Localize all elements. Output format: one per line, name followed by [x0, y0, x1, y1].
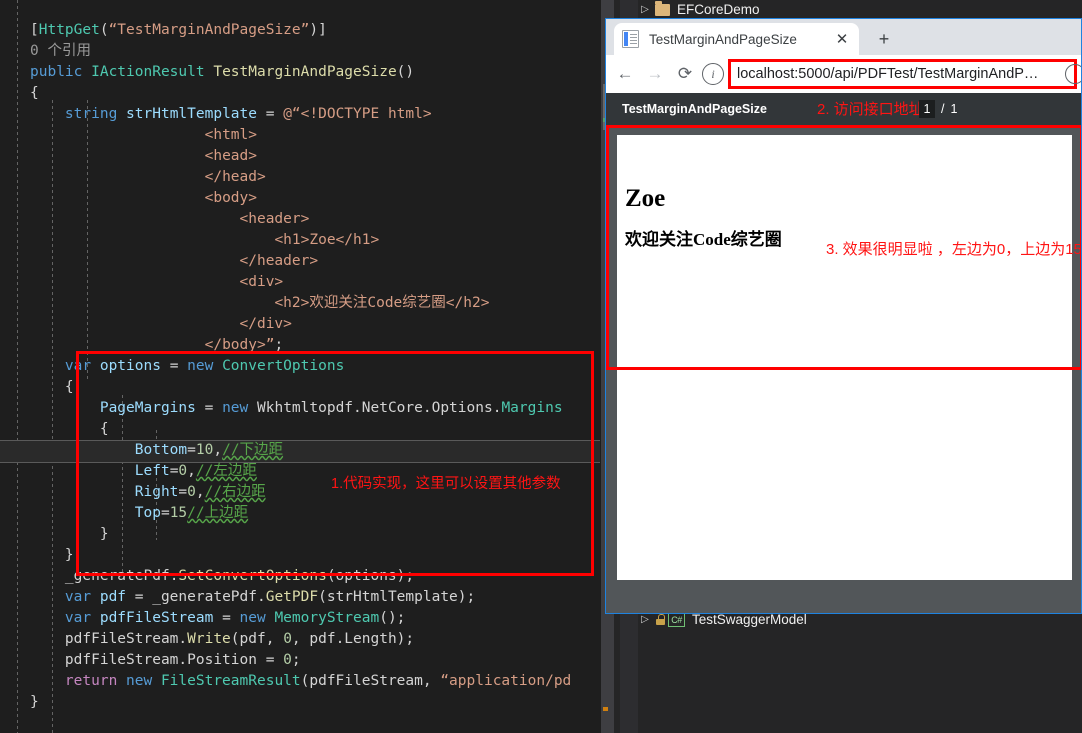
- code-line: return new FileStreamResult(pdfFileStrea…: [64, 673, 572, 689]
- browser-tabstrip: TestMarginAndPageSize ✕ +: [606, 19, 1081, 55]
- document-favicon-icon: [622, 30, 639, 48]
- pdf-page-indicator: 1 / 1: [919, 100, 957, 118]
- browser-tab[interactable]: TestMarginAndPageSize ✕: [614, 23, 859, 55]
- code-line: {: [30, 85, 39, 101]
- code-line: <head>: [204, 148, 257, 164]
- new-tab-button[interactable]: +: [872, 27, 896, 51]
- code-line: var pdf = _generatePdf.GetPDF(strHtmlTem…: [64, 589, 476, 605]
- code-line: </div>: [239, 316, 292, 332]
- code-line: var pdfFileStream = new MemoryStream();: [64, 610, 406, 626]
- tree-item-label: TestSwaggerModel: [692, 612, 807, 627]
- code-line: 0 个引用: [30, 43, 91, 59]
- tree-item-efcoredemo[interactable]: ▷ EFCoreDemo: [638, 0, 760, 17]
- code-line: <body>: [204, 190, 257, 206]
- extension-circle-icon[interactable]: [1065, 64, 1081, 84]
- back-button[interactable]: ←: [610, 59, 640, 89]
- code-annotation-box: [76, 351, 594, 576]
- code-line: };: [64, 547, 83, 563]
- code-line: public IActionResult TestMarginAndPageSi…: [30, 64, 415, 80]
- code-line: </head>: [204, 169, 266, 185]
- lock-icon: [656, 614, 665, 625]
- code-line: <div>: [239, 274, 284, 290]
- code-line: <html>: [204, 127, 257, 143]
- code-line: pdfFileStream.Position = 0;: [64, 652, 301, 668]
- screenshot-root: [HttpGet(“TestMarginAndPageSize”)] 0 个引用…: [0, 0, 1082, 733]
- pdf-document-title: TestMarginAndPageSize: [622, 102, 767, 116]
- code-line: <header>: [239, 211, 310, 227]
- url-annotation-box: localhost:5000/api/PDFTest/TestMarginAnd…: [728, 59, 1077, 89]
- address-bar-input[interactable]: localhost:5000/api/PDFTest/TestMarginAnd…: [737, 66, 1038, 82]
- pdf-page-input[interactable]: 1: [919, 100, 935, 118]
- pdf-total-pages: 1: [950, 102, 958, 116]
- site-info-icon[interactable]: i: [702, 63, 724, 85]
- browser-toolbar: ← → ⟳ i localhost:5000/api/PDFTest/TestM…: [606, 55, 1081, 93]
- code-line: string strHtmlTemplate = @“<!DOCTYPE htm…: [64, 106, 432, 122]
- omnibox[interactable]: i localhost:5000/api/PDFTest/TestMarginA…: [702, 59, 1081, 89]
- code-editor-panel: [HttpGet(“TestMarginAndPageSize”)] 0 个引用…: [0, 0, 620, 733]
- code-line: {: [64, 379, 74, 395]
- pdf-viewer-body[interactable]: Zoe 欢迎关注Code综艺圈 3. 效果很明显啦 ，左边为0，上边为15: [606, 125, 1081, 613]
- pdf-viewer-toolbar: TestMarginAndPageSize 2. 访问接口地址 1 / 1: [606, 93, 1081, 125]
- pdf-annotation-box: [606, 125, 1081, 370]
- code-line: <h2>欢迎关注Code综艺圈</h2>: [274, 295, 490, 311]
- tree-item-label: EFCoreDemo: [677, 2, 760, 17]
- code-line: pdfFileStream.Write(pdf, 0, pdf.Length);: [64, 631, 415, 647]
- pdf-page-separator: /: [941, 102, 945, 116]
- annotation-label-2: 2. 访问接口地址: [817, 101, 924, 118]
- scrollbar-marker: [603, 707, 608, 711]
- tree-item-testswaggermodel[interactable]: ▷ C# TestSwaggerModel: [638, 612, 807, 627]
- close-icon[interactable]: ✕: [833, 30, 851, 48]
- code-line: <h1>Zoe</h1>: [274, 232, 380, 248]
- chevron-right-icon[interactable]: ▷: [638, 614, 652, 625]
- reload-button[interactable]: ⟳: [670, 59, 700, 89]
- browser-tab-title: TestMarginAndPageSize: [649, 31, 797, 47]
- code-line: </header>: [239, 253, 319, 269]
- chevron-right-icon[interactable]: ▷: [638, 4, 652, 15]
- code-line: [HttpGet(“TestMarginAndPageSize”)]: [30, 22, 327, 38]
- csharp-file-icon: C#: [668, 612, 685, 627]
- code-line: }: [30, 694, 39, 710]
- forward-button[interactable]: →: [640, 59, 670, 89]
- annotation-label-1: 1.代码实现，这里可以设置其他参数: [331, 476, 561, 492]
- folder-icon: [655, 0, 670, 16]
- browser-window: TestMarginAndPageSize ✕ + ← → ⟳ i localh…: [605, 18, 1082, 614]
